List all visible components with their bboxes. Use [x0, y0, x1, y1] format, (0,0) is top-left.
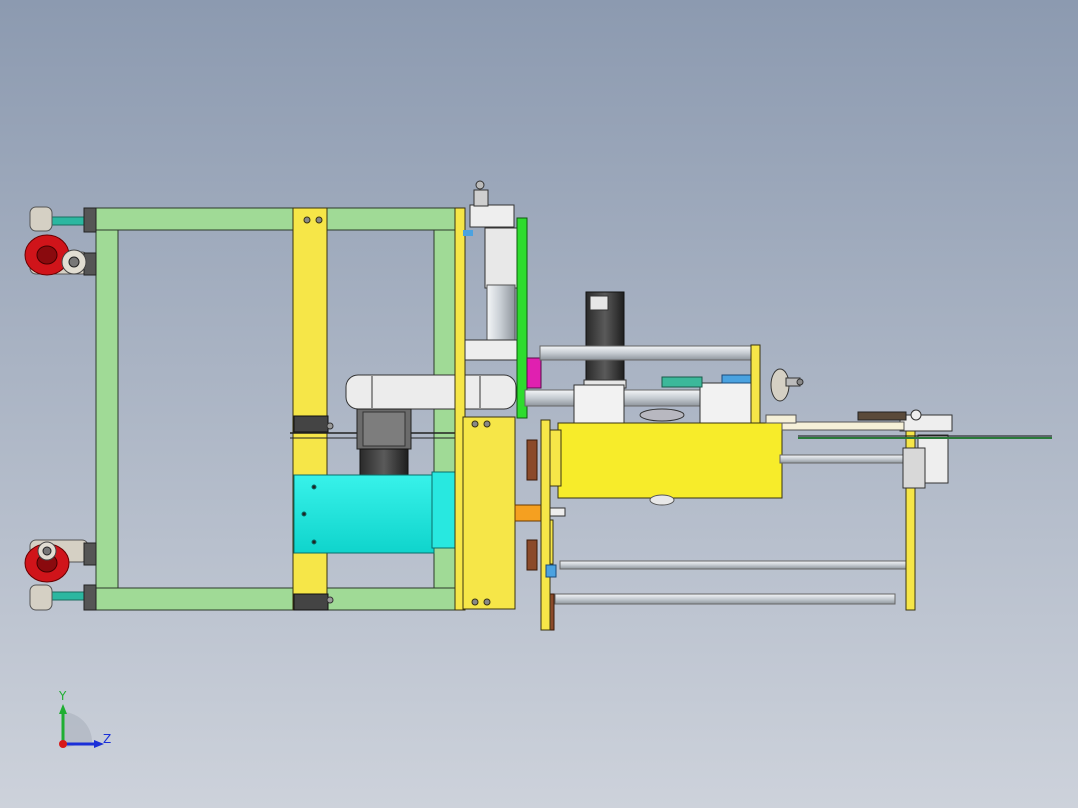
yellow-strip[interactable]: [540, 419, 551, 631]
yellow-end-plate[interactable]: [750, 344, 761, 424]
lower-rod-1[interactable]: [559, 560, 911, 570]
lower-rod-2[interactable]: [554, 593, 896, 605]
cad-viewport[interactable]: Y Z: [0, 0, 1078, 808]
rod-block-left[interactable]: [573, 384, 625, 424]
belt-housing[interactable]: [345, 374, 517, 410]
gearbox[interactable]: [356, 408, 412, 477]
y-axis-label: Y: [58, 689, 67, 703]
frame-bottom-beam[interactable]: [91, 587, 465, 611]
frame-top-beam[interactable]: [91, 207, 465, 231]
cad-model-drawing[interactable]: Y Z: [0, 0, 1078, 808]
z-axis-label: Z: [103, 732, 111, 746]
servo-motor[interactable]: [583, 291, 627, 389]
x-axis-dot: [59, 740, 67, 748]
green-plate[interactable]: [516, 217, 528, 419]
magenta-block[interactable]: [526, 357, 542, 389]
frame-left-post[interactable]: [95, 229, 119, 589]
upper-rod[interactable]: [539, 345, 753, 361]
yellow-gear-box[interactable]: [542, 408, 783, 506]
cyan-motor[interactable]: [293, 471, 465, 554]
rod-block-right[interactable]: [699, 382, 753, 424]
